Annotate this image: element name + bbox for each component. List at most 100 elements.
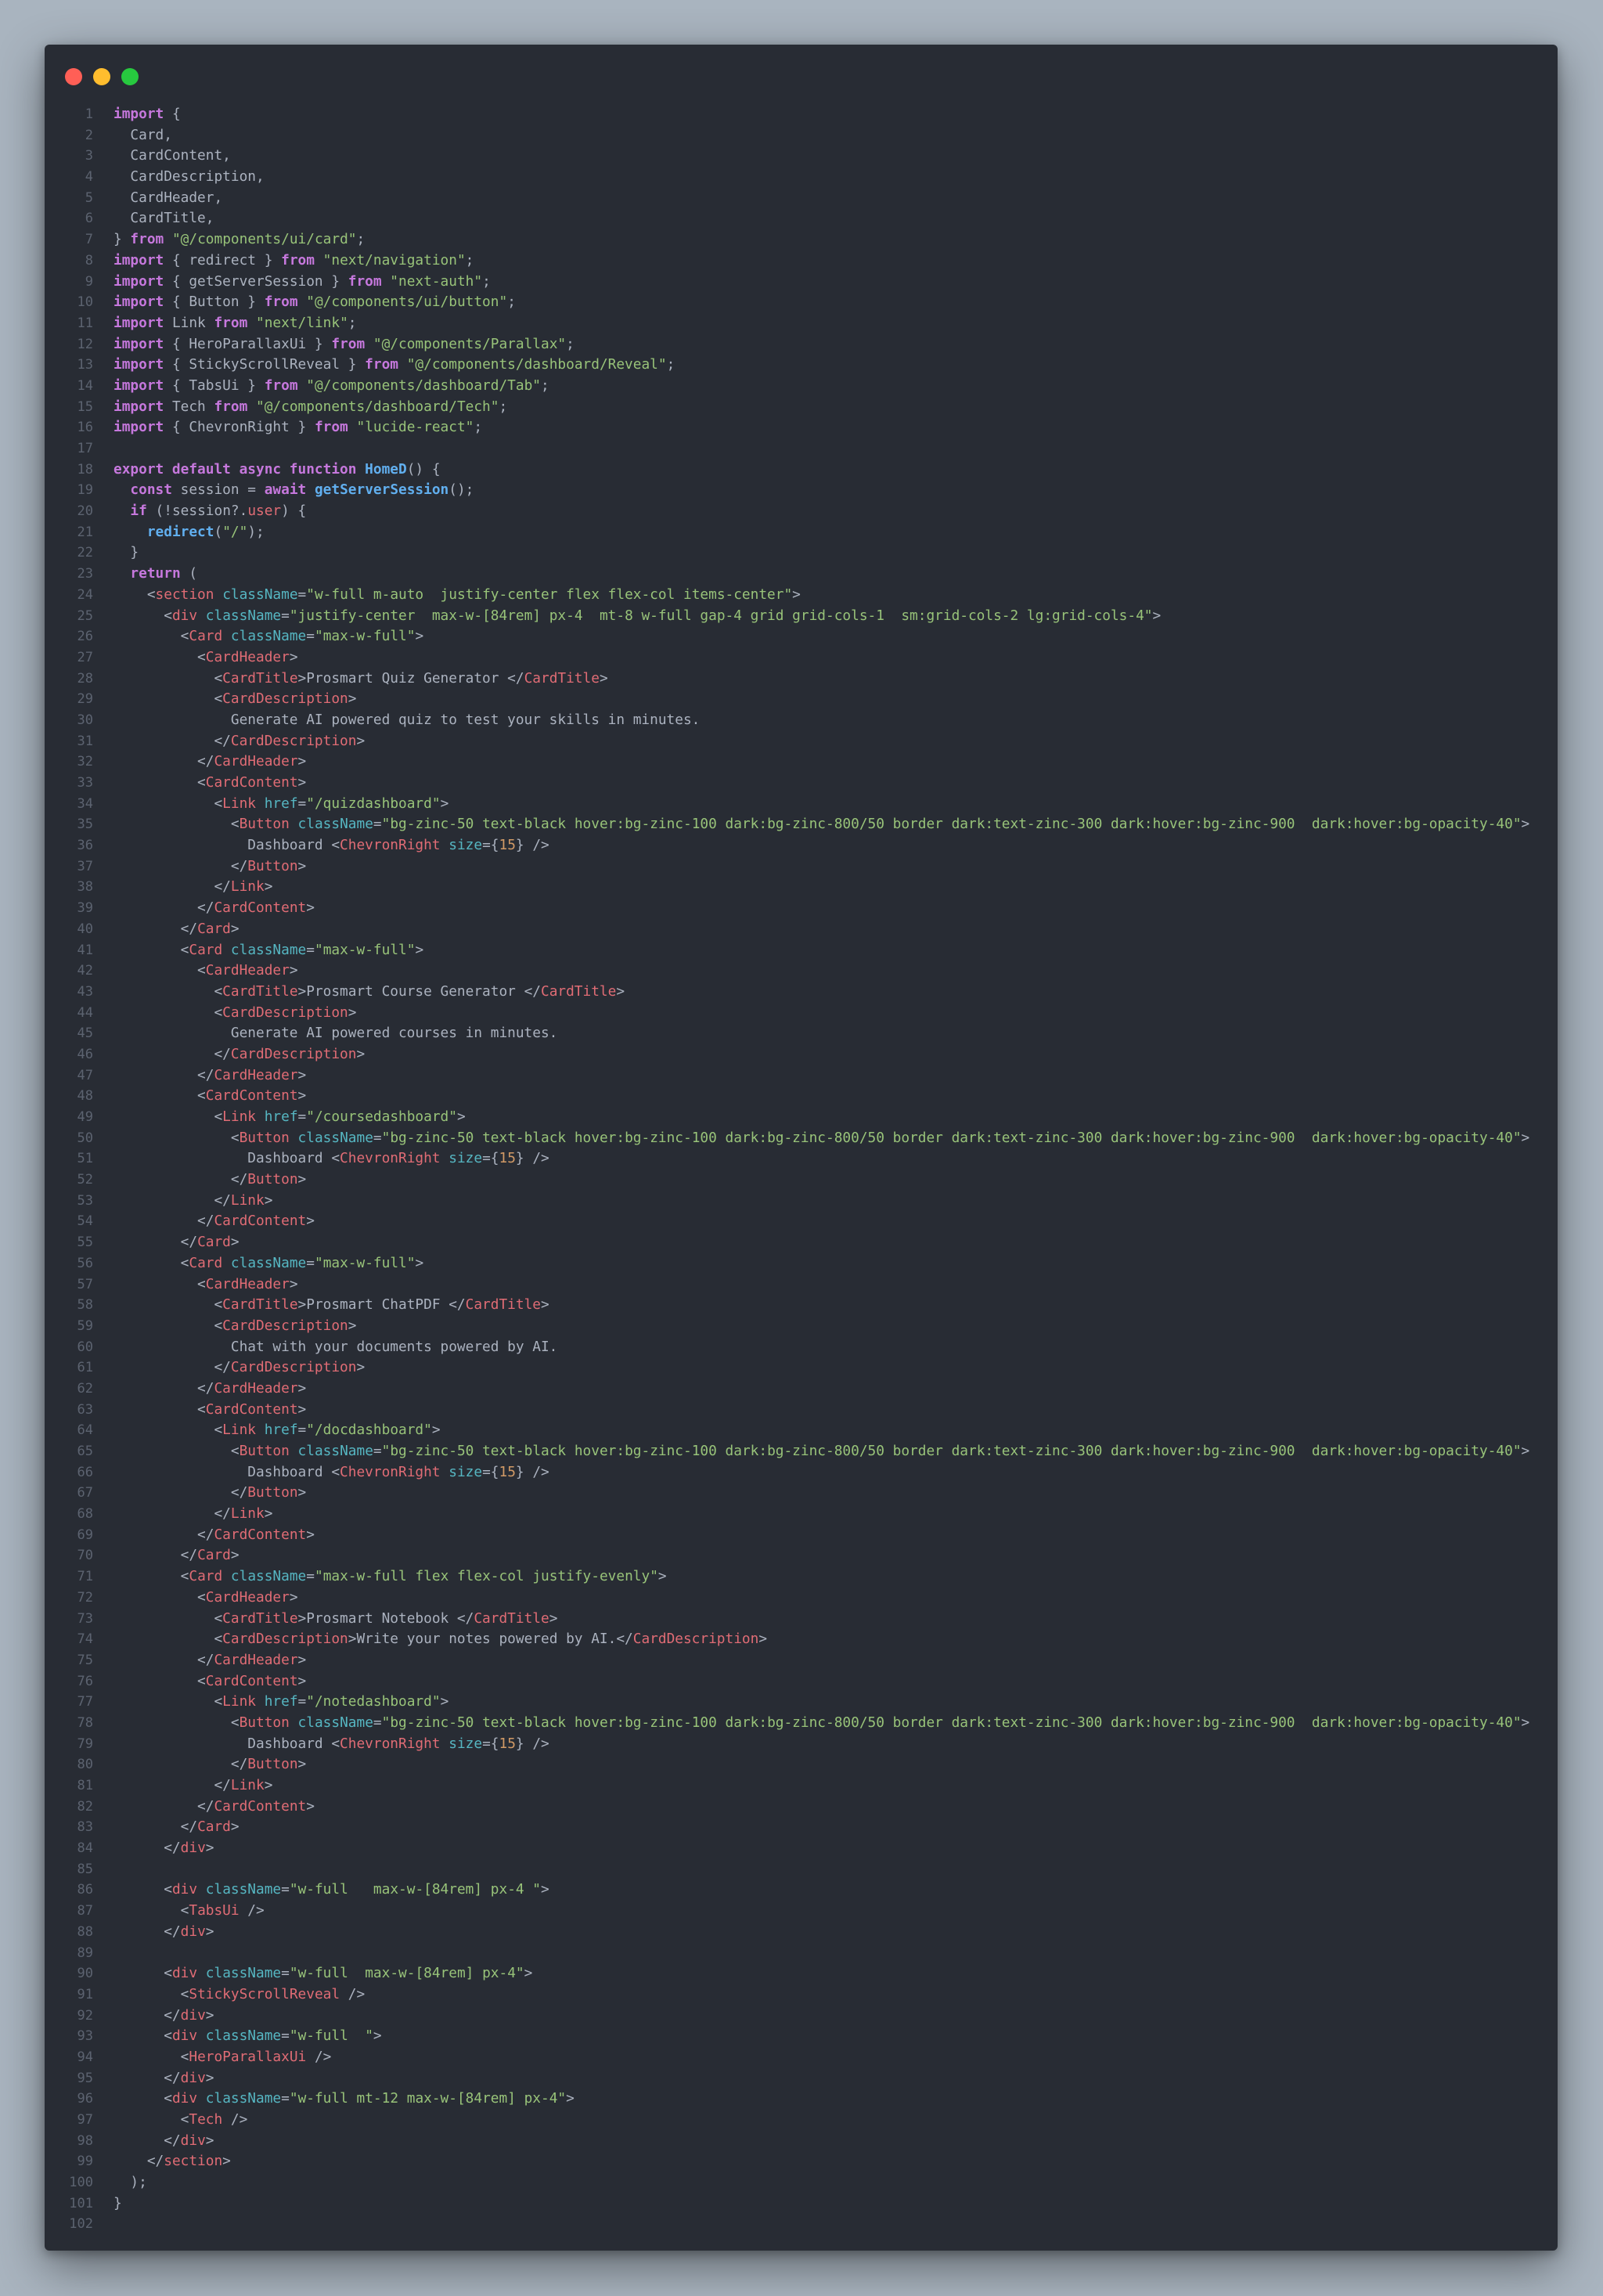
line-number: 24: [77, 586, 93, 603]
line-number: 13: [77, 357, 93, 373]
code-token: >: [306, 1213, 315, 1230]
line-number: 51: [77, 1151, 93, 1167]
code-line: 53 </Link>: [45, 1191, 1558, 1212]
code-token: HeroParallaxUi: [189, 2048, 307, 2065]
code-token: <: [113, 1422, 223, 1439]
code-token: "@/components/dashboard/Reveal": [406, 356, 667, 373]
code-token: CardContent: [214, 1797, 307, 1815]
code-token: >: [541, 1296, 549, 1314]
code-token: import: [113, 294, 164, 311]
code-token: import: [113, 314, 164, 331]
code-token: from: [365, 356, 398, 373]
code-text: Generate AI powered courses in minutes.: [93, 1023, 558, 1044]
line-number: 25: [77, 607, 93, 624]
code-token: import: [113, 419, 164, 436]
code-line: 15 import Tech from "@/components/dashboa…: [45, 397, 1558, 418]
line-number: 84: [77, 1840, 93, 1857]
code-line: 55 </Card>: [45, 1232, 1558, 1253]
code-token: ={: [482, 1463, 499, 1480]
code-line: 21 redirect("/");: [45, 522, 1558, 543]
code-token: </: [113, 1756, 248, 1773]
code-token: </: [113, 1505, 231, 1523]
code-line: 95 </div>: [45, 2068, 1558, 2089]
code-text: </Button>: [93, 856, 306, 878]
code-token: className: [205, 1965, 282, 1982]
code-token: Tech: [164, 398, 214, 415]
code-line: 24 <section className="w-full m-auto jus…: [45, 585, 1558, 606]
code-line: 94 <HeroParallaxUi />: [45, 2047, 1558, 2068]
code-token: >: [289, 648, 298, 665]
code-token: { redirect }: [164, 251, 282, 269]
code-line: 44 <CardDescription>: [45, 1003, 1558, 1024]
code-text: <div className="w-full max-w-[84rem] px-…: [93, 1880, 549, 1901]
code-text: );: [93, 2172, 146, 2193]
code-text: CardContent,: [93, 146, 230, 167]
line-number: 35: [77, 816, 93, 833]
code-token: =: [281, 1881, 290, 1898]
code-token: ChevronRight: [340, 837, 441, 854]
code-text: <Button className="bg-zinc-50 text-black…: [93, 1713, 1529, 1734]
code-token: CardDescription,: [113, 168, 265, 186]
code-token: =: [373, 1129, 382, 1146]
code-line: 61 </CardDescription>: [45, 1357, 1558, 1379]
code-token: </: [113, 857, 248, 874]
code-token: CardContent: [205, 1400, 298, 1418]
code-token: >: [1521, 816, 1530, 833]
code-token: import: [113, 106, 164, 122]
code-token: CardDescription: [230, 1359, 357, 1376]
code-token: from: [348, 272, 382, 290]
line-number: 76: [77, 1673, 93, 1689]
code-token: Button: [247, 857, 298, 874]
line-number: 29: [77, 691, 93, 708]
line-number: 86: [77, 1882, 93, 1898]
code-line: 91 <StickyScrollReveal />: [45, 1984, 1558, 2006]
code-line: 35 <Button className="bg-zinc-50 text-bl…: [45, 814, 1558, 835]
code-token: <: [113, 1568, 189, 1585]
line-number: 6: [85, 211, 93, 227]
code-token: ;: [666, 356, 675, 373]
line-number: 19: [77, 482, 93, 499]
line-number: 98: [77, 2132, 93, 2149]
code-token: <: [113, 1881, 172, 1898]
code-token: <: [113, 1902, 189, 1919]
minimize-button[interactable]: [93, 68, 110, 85]
code-token: size: [448, 1463, 483, 1480]
code-text: Dashboard <ChevronRight size={15} />: [93, 1462, 549, 1483]
code-text: <CardTitle>Prosmart Course Generator </C…: [93, 982, 625, 1003]
code-line: 13 import { StickyScrollReveal } from "@/…: [45, 355, 1558, 376]
code-token: <: [113, 1985, 189, 2002]
line-number: 20: [77, 503, 93, 520]
code-token: } />: [515, 1463, 549, 1480]
code-token: () {: [406, 460, 441, 478]
code-token: (: [214, 523, 223, 540]
code-token: CardHeader: [205, 1275, 290, 1292]
line-number: 26: [77, 629, 93, 645]
line-number: 14: [77, 377, 93, 394]
line-number: 69: [77, 1526, 93, 1543]
code-token: Dashboard <: [113, 837, 340, 854]
code-line: 18 export default async function HomeD() …: [45, 460, 1558, 481]
code-token: >: [415, 1254, 424, 1271]
code-token: />: [239, 1902, 265, 1919]
code-token: CardDescription: [222, 1004, 348, 1021]
code-text: import Tech from "@/components/dashboard…: [93, 397, 507, 418]
code-text: <CardContent>: [93, 1400, 306, 1421]
code-line: 88 </div>: [45, 1922, 1558, 1943]
close-button[interactable]: [65, 68, 82, 85]
code-token: ) {: [281, 503, 307, 520]
code-token: from: [314, 419, 348, 436]
line-number: 59: [77, 1317, 93, 1334]
line-number: 34: [77, 795, 93, 812]
maximize-button[interactable]: [121, 68, 139, 85]
code-token: ;: [465, 251, 474, 269]
code-line: 42 <CardHeader>: [45, 961, 1558, 982]
code-token: CardHeader: [214, 1066, 298, 1083]
code-token: </: [113, 2153, 164, 2170]
code-line: 47 </CardHeader>: [45, 1065, 1558, 1087]
code-block: 1 import {2 Card, 3 CardContent, 4 CardDesc…: [45, 104, 1558, 2235]
